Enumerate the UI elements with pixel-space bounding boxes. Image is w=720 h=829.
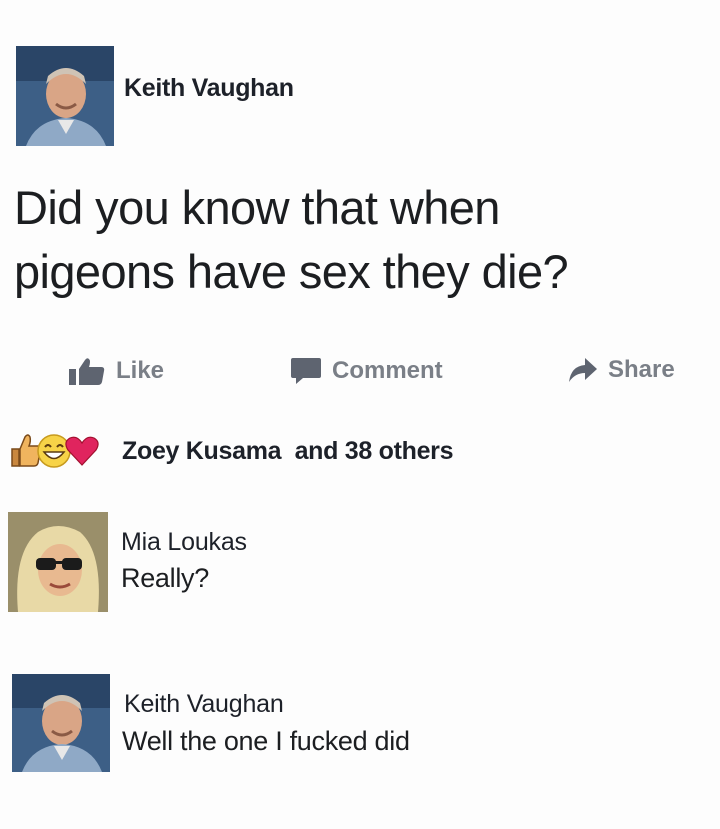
man-portrait-image [12, 674, 110, 772]
comment-author-mia[interactable]: Mia Loukas [121, 528, 247, 557]
share-button[interactable]: Share [568, 356, 675, 384]
post-text-line-2: pigeons have sex they die? [14, 245, 569, 298]
share-arrow-icon [569, 358, 597, 382]
comment-text-mia: Really? [121, 563, 209, 593]
post-text-line-1: Did you know that when [14, 181, 500, 234]
like-button[interactable]: Like [68, 356, 164, 386]
post-text: Did you know that when pigeons have sex … [14, 176, 704, 304]
heart-icon [65, 436, 99, 466]
comment-button[interactable]: Comment [290, 356, 443, 386]
reactions-text: Zoey Kusama and 38 others [122, 437, 454, 466]
reactor-name[interactable]: Zoey Kusama [122, 437, 282, 465]
post-author-avatar[interactable] [16, 46, 114, 146]
post-author-name[interactable]: Keith Vaughan [124, 74, 294, 103]
woman-portrait-image [8, 512, 108, 612]
comment-label: Comment [332, 357, 443, 384]
man-portrait-image [16, 46, 114, 146]
like-icon [69, 358, 105, 385]
comment-text-keith: Well the one I fucked did [122, 726, 410, 756]
share-label: Share [608, 356, 675, 383]
like-label: Like [116, 357, 165, 384]
comment-author-keith[interactable]: Keith Vaughan [124, 690, 284, 719]
reactions-others[interactable]: and 38 others [295, 437, 454, 465]
reactions-summary[interactable]: Zoey Kusama and 38 others [8, 431, 454, 471]
comment-avatar-mia[interactable] [8, 512, 108, 612]
comment-avatar-keith[interactable] [12, 674, 110, 772]
comment-icon [291, 358, 321, 384]
